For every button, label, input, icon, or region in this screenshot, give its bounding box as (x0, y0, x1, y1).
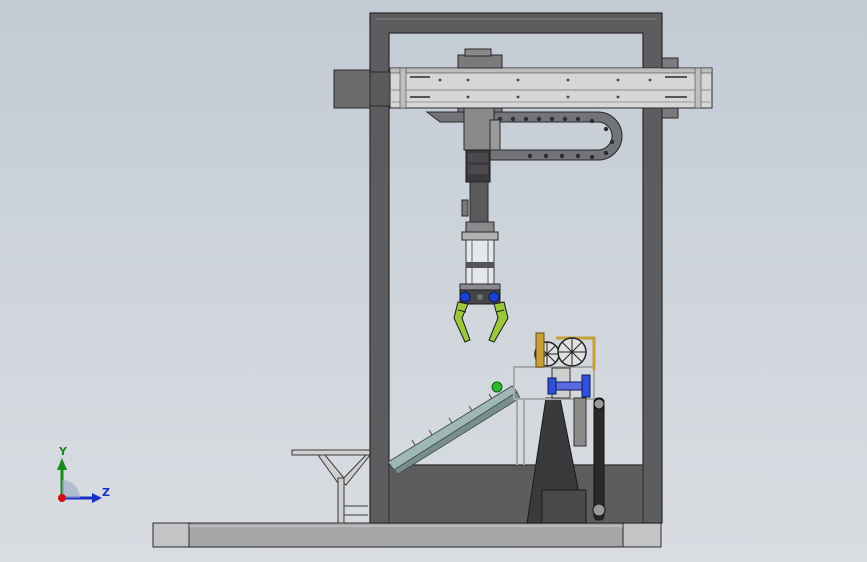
machine-assembly-drawing: Y Z (57, 12, 713, 548)
y-axis-label: Y (58, 445, 68, 458)
inclined-conveyor (387, 381, 521, 475)
servo-motor (333, 69, 371, 109)
carriage-top (457, 54, 503, 69)
base-plate (152, 522, 662, 548)
left-side-table (291, 449, 372, 524)
green-ball (491, 381, 503, 393)
origin-point (58, 494, 66, 502)
vertical-z-axis (459, 107, 501, 291)
z-axis-label: Z (102, 486, 110, 499)
cad-viewport[interactable]: Y Z (0, 0, 867, 562)
coordinate-triad: Y Z (57, 445, 110, 503)
cable-drag-chain (425, 111, 623, 161)
gripper-claw (453, 289, 509, 343)
